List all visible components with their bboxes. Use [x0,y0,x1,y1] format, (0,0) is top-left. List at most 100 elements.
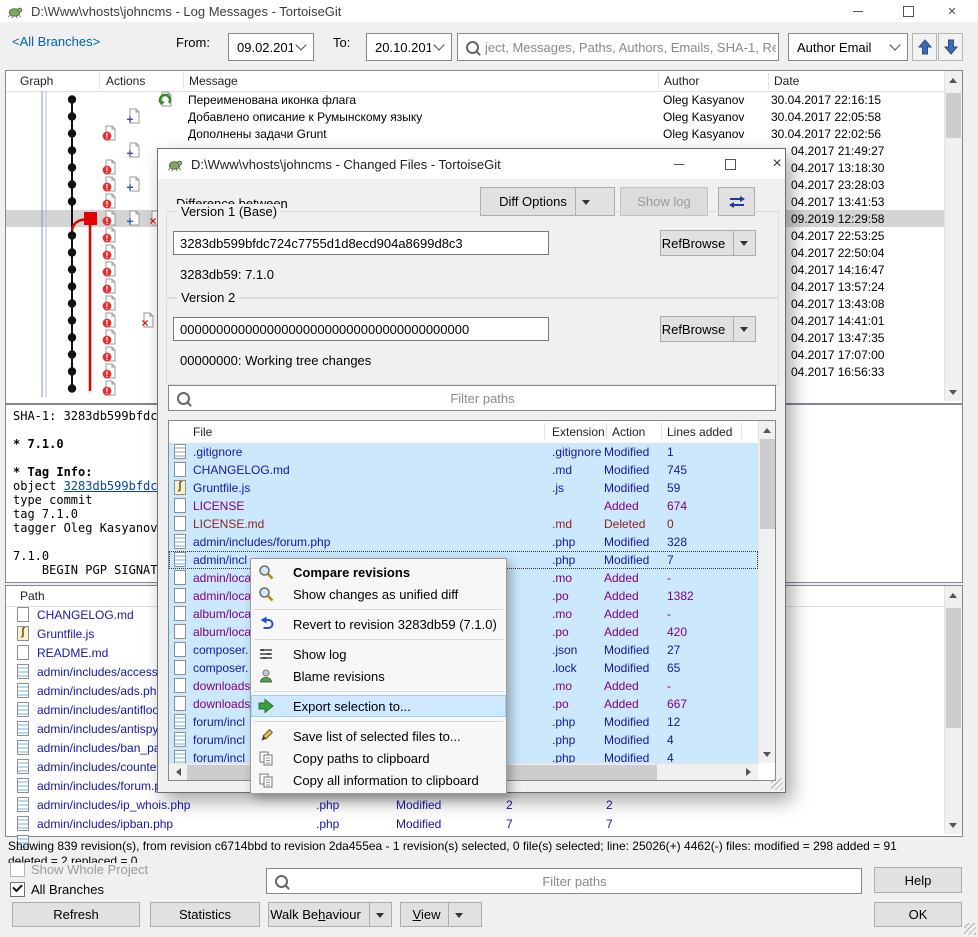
path-row[interactable]: admin/includes/ipban.php.phpModified77 [6,815,944,834]
ok-button[interactable]: OK [874,902,962,927]
dialog-resize-grip[interactable] [771,778,783,790]
commit-date: 04.2017 13:43:08 [771,297,966,311]
search-input[interactable] [483,39,778,56]
file-name: admin/incl [193,553,247,567]
menu-item-copy-paths-to-clipboard[interactable]: Copy paths to clipboard [251,747,506,769]
statistics-button[interactable]: Statistics [150,902,260,927]
file-cell: Modified [604,553,649,567]
commit-message: Дополнены задачи Grunt [188,127,653,141]
changed-file-row[interactable]: admin/includes/forum.php.phpModified328 [169,533,758,551]
menu-item-show-log[interactable]: Show log [251,643,506,665]
version2-input[interactable] [173,317,549,341]
file-cell: Modified [604,661,649,675]
all-branches-checkbox[interactable]: All Branches [10,882,104,897]
path-cell: .php [316,817,339,831]
doc-file-icon [174,606,186,621]
find-next-button[interactable] [938,33,963,61]
dialog-minimize-button[interactable] [658,149,700,179]
dialog-close-button[interactable]: × [756,149,798,179]
menu-item-copy-all-information-to-clipboard[interactable]: Copy all information to clipboard [251,769,506,791]
from-date-combo[interactable]: 09.02.2015 [228,33,314,61]
doc-file-icon [174,660,186,675]
dropdown-arrow-icon[interactable] [582,200,590,209]
file-list-vscrollbar[interactable] [758,421,776,763]
column-message[interactable]: Message [189,74,238,88]
log-scrollbar[interactable] [944,71,962,401]
dropdown-arrow-icon[interactable] [455,913,463,922]
doc-file-icon [174,462,186,477]
dropdown-arrow-icon[interactable] [376,913,384,922]
commit-sha-link[interactable]: 3283db599bfdc7 [64,479,165,493]
menu-item-label: Compare revisions [293,565,410,580]
view-button[interactable]: View [400,902,482,927]
minimize-button[interactable] [840,0,876,22]
column-author[interactable]: Author [664,74,699,88]
version2-refbrowse-button[interactable]: RefBrowse [660,316,756,342]
revert-icon [258,616,274,632]
column-extension[interactable]: Extension [552,425,605,439]
dropdown-arrow-icon[interactable] [740,327,748,336]
search-icon [466,41,479,54]
menu-item-revert-to-revision-3283db59-7-1-0[interactable]: Revert to revision 3283db59 (7.1.0) [251,613,506,635]
search-box[interactable] [457,33,779,61]
file-name: album/loca [193,625,251,639]
changed-file-row[interactable]: LICENSEAdded674 [169,497,758,515]
help-button[interactable]: Help [874,867,962,893]
to-date-combo[interactable]: 20.10.2019 [366,33,452,61]
show-whole-project-checkbox[interactable]: Show Whole Project [10,862,148,877]
walk-behaviour-button[interactable]: Walk Behaviour [268,902,392,927]
path-cell: 7 [506,817,513,831]
version1-refbrowse-button[interactable]: RefBrowse [660,230,756,256]
file-cell: 674 [667,499,687,513]
doc-file-icon [174,498,186,513]
doc-file-icon [17,607,29,622]
file-name: downloads [193,679,250,693]
all-branches-link[interactable]: <All Branches> [12,34,100,49]
maximize-button[interactable] [890,0,926,22]
menu-item-compare-revisions[interactable]: Compare revisions [251,561,506,583]
menu-item-save-list-of-selected-files-to[interactable]: Save list of selected files to... [251,725,506,747]
menu-item-blame-revisions[interactable]: Blame revisions [251,665,506,687]
column-actions[interactable]: Actions [106,74,145,88]
dialog-filter-paths-input[interactable] [190,390,775,407]
version1-input[interactable] [173,231,549,255]
column-path[interactable]: Path [20,589,45,603]
path-row[interactable]: admin/includes/ip_whois.php.phpModified2… [6,796,944,815]
changed-file-row[interactable]: .gitignore.gitignoreModified1 [169,443,758,461]
column-file[interactable]: File [193,425,212,439]
column-date[interactable]: Date [774,74,799,88]
filter-paths-input[interactable] [288,873,861,890]
svg-text:×: × [149,214,156,227]
filter-paths-box[interactable] [266,868,862,894]
menu-item-export-selection-to[interactable]: Export selection to... [251,695,506,717]
log-row[interactable]: +Добавлено описание к Румынскому языкуOl… [6,108,944,125]
file-cell: 667 [667,697,687,711]
dialog-maximize-button[interactable] [709,149,751,179]
refresh-button[interactable]: Refresh [12,902,140,927]
close-button[interactable]: × [934,0,970,22]
file-path: Gruntfile.js [37,627,94,641]
window-resize-grip[interactable] [964,923,976,935]
search-field-select[interactable]: Author Email [788,33,908,61]
path-scrollbar[interactable] [944,586,962,834]
find-previous-button[interactable] [912,33,937,61]
column-action[interactable]: Action [612,425,645,439]
changed-file-row[interactable]: Gruntfile.js.jsModified59 [169,479,758,497]
file-path: admin/includes/counte [37,760,156,774]
arrow-up-icon [918,39,932,55]
column-lines-added[interactable]: Lines added [667,425,732,439]
file-cell: .php [552,715,575,729]
log-row[interactable]: Переименована иконка флагаOleg Kasyanov3… [6,91,944,108]
changed-file-row[interactable]: LICENSE.md.mdDeleted0 [169,515,758,533]
file-name: .gitignore [193,445,242,459]
column-graph[interactable]: Graph [20,74,53,88]
changed-file-row[interactable]: CHANGELOG.md.mdModified745 [169,461,758,479]
menu-item-label: Blame revisions [293,669,385,684]
dialog-filter-paths-box[interactable] [168,385,776,411]
log-row[interactable]: !Дополнены задачи GruntOleg Kasyanov30.0… [6,125,944,142]
menu-item-show-changes-as-unified-diff[interactable]: Show changes as unified diff [251,583,506,605]
file-cell: 1382 [667,589,694,603]
dropdown-arrow-icon[interactable] [740,241,748,250]
doc-file-icon [174,624,186,639]
deleted-icon: × [140,312,156,328]
